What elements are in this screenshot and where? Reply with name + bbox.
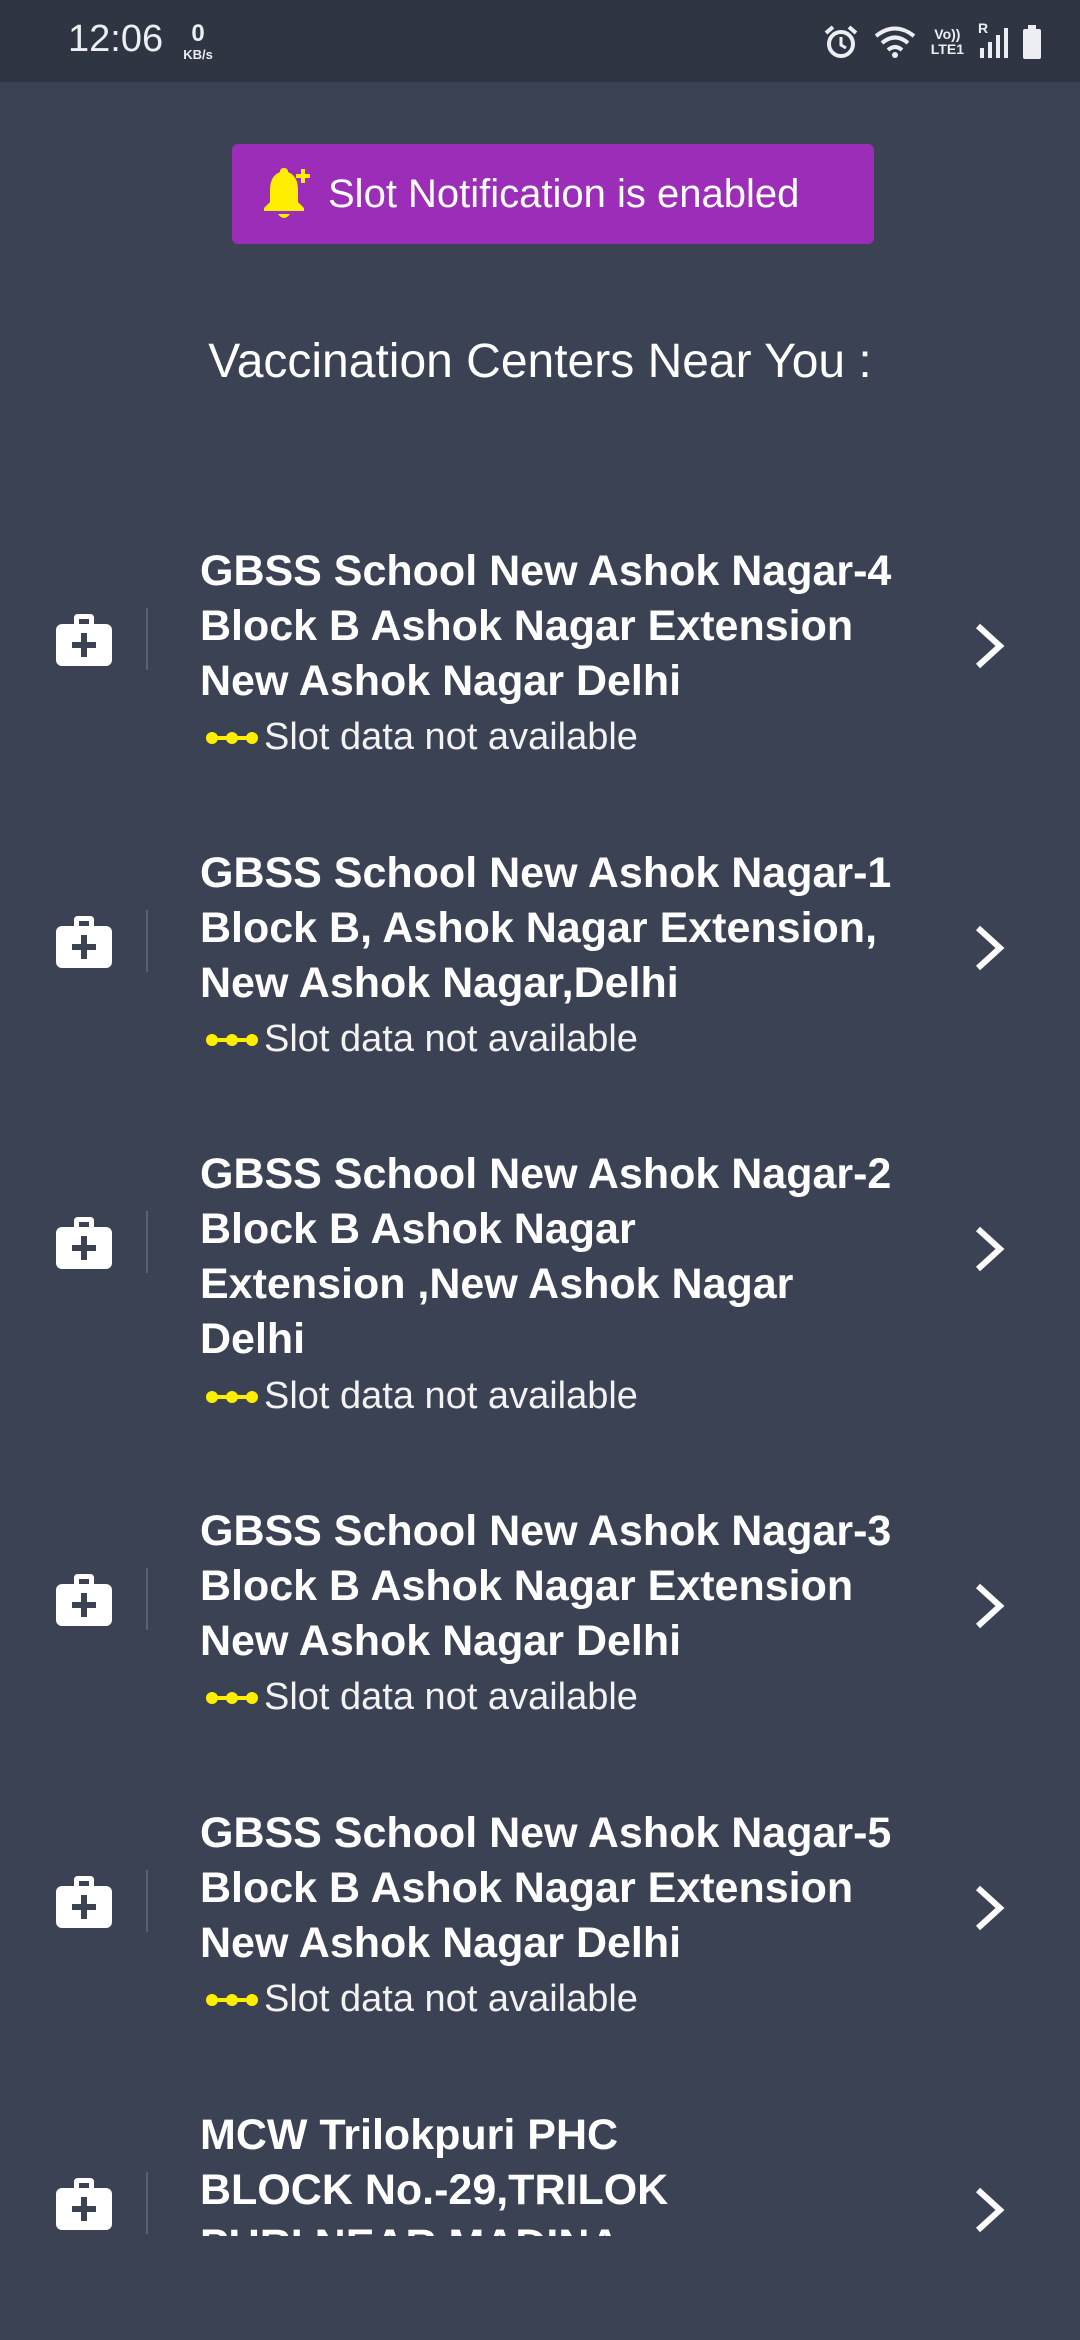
center-list-item[interactable]: GBSS School New Ashok Nagar-2 Block B As…	[0, 1147, 1080, 1432]
medical-kit-icon	[56, 2178, 112, 2230]
center-name-line: New Ashok Nagar Delhi	[200, 1617, 682, 1665]
medical-kit-icon	[56, 1876, 112, 1928]
center-name-line: Delhi	[200, 1315, 306, 1363]
center-name: GBSS School New Ashok Nagar-1 Block B, A…	[200, 846, 920, 1011]
center-name-line: New Ashok Nagar Delhi	[200, 1919, 682, 1967]
list-clip-edge	[0, 2236, 1080, 2240]
center-list-item[interactable]: GBSS School New Ashok Nagar-1 Block B, A…	[0, 846, 1080, 1076]
center-name-line: New Ashok Nagar Delhi	[200, 657, 682, 705]
slot-notification-button[interactable]: Slot Notification is enabled	[232, 144, 874, 244]
center-name-line: Block B Ashok Nagar	[200, 1205, 636, 1253]
slot-status: Slot data not available	[204, 1676, 638, 1719]
center-name: GBSS School New Ashok Nagar-3 Block B As…	[200, 1504, 920, 1669]
network-speed: 0 KB/s	[176, 20, 220, 62]
center-name-line: Block B Ashok Nagar Extension	[200, 1864, 854, 1912]
slot-status: Slot data not available	[204, 716, 638, 759]
center-name-line: GBSS School New Ashok Nagar-2	[200, 1150, 892, 1198]
status-icons: Vo)) LTE1 R	[823, 20, 1042, 64]
item-divider	[146, 608, 148, 670]
slot-status-text: Slot data not available	[264, 1018, 638, 1060]
dots-icon	[206, 1033, 258, 1046]
section-title: Vaccination Centers Near You :	[208, 335, 872, 388]
slot-status-text: Slot data not available	[264, 1978, 638, 2020]
center-list-item[interactable]: GBSS School New Ashok Nagar-3 Block B As…	[0, 1504, 1080, 1734]
slot-notification-label: Slot Notification is enabled	[328, 171, 800, 216]
medical-kit-icon	[56, 1217, 112, 1269]
slot-status: Slot data not available	[204, 1978, 638, 2021]
item-divider	[146, 910, 148, 972]
center-name-line: GBSS School New Ashok Nagar-4	[200, 547, 892, 595]
center-list-item[interactable]: GBSS School New Ashok Nagar-5 Block B As…	[0, 1806, 1080, 2036]
item-divider	[146, 2172, 148, 2234]
dots-icon	[206, 1691, 258, 1704]
item-divider	[146, 1211, 148, 1273]
alarm-icon	[824, 25, 858, 58]
chevron-right-icon[interactable]	[972, 1225, 1006, 1273]
center-name-line: GBSS School New Ashok Nagar-3	[200, 1507, 892, 1555]
bell-plus-icon	[264, 168, 310, 218]
center-name-line: Block B Ashok Nagar Extension	[200, 602, 854, 650]
dots-icon	[206, 1993, 258, 2006]
chevron-right-icon[interactable]	[972, 1884, 1006, 1932]
slot-status-text: Slot data not available	[264, 1676, 638, 1718]
center-name: GBSS School New Ashok Nagar-5 Block B As…	[200, 1806, 920, 1971]
center-name-line: Block B, Ashok Nagar Extension,	[200, 904, 878, 952]
status-bar: 12:06 0 KB/s Vo)) LTE1 R	[0, 0, 1080, 82]
medical-kit-icon	[56, 1574, 112, 1626]
center-name-line: New Ashok Nagar,Delhi	[200, 959, 679, 1007]
slot-status-text: Slot data not available	[264, 1375, 638, 1417]
centers-list[interactable]: GBSS School New Ashok Nagar-4 Block B As…	[0, 510, 1080, 2240]
center-name-line: Block B Ashok Nagar Extension	[200, 1562, 854, 1610]
center-name-line: BLOCK No.-29,TRILOK	[200, 2166, 669, 2214]
network-speed-value: 0	[191, 20, 205, 47]
network-label-bottom: LTE1	[930, 41, 964, 57]
item-divider	[146, 1870, 148, 1932]
center-list-item[interactable]: MCW Trilokpuri PHC BLOCK No.-29,TRILOK P…	[0, 2108, 1080, 2240]
battery-icon	[1023, 25, 1041, 59]
center-name-line: Extension ,New Ashok Nagar	[200, 1260, 794, 1308]
network-speed-unit: KB/s	[183, 47, 213, 62]
dots-icon	[206, 1390, 258, 1403]
slot-status: Slot data not available	[204, 1375, 638, 1418]
medical-kit-icon	[56, 614, 112, 666]
center-name-line: GBSS School New Ashok Nagar-5	[200, 1809, 892, 1857]
item-divider	[146, 1568, 148, 1630]
network-type: Vo)) LTE1	[931, 27, 964, 57]
medical-kit-icon	[56, 916, 112, 968]
network-label-top: Vo))	[934, 26, 961, 42]
chevron-right-icon[interactable]	[972, 622, 1006, 670]
slot-status-text: Slot data not available	[264, 716, 638, 758]
wifi-icon	[874, 26, 916, 58]
status-time: 12:06	[68, 18, 164, 60]
chevron-right-icon[interactable]	[972, 924, 1006, 972]
center-name-line: MCW Trilokpuri PHC	[200, 2111, 619, 2159]
slot-status: Slot data not available	[204, 1018, 638, 1061]
center-name: GBSS School New Ashok Nagar-2 Block B As…	[200, 1147, 920, 1367]
center-name-line: GBSS School New Ashok Nagar-1	[200, 849, 892, 897]
dots-icon	[206, 731, 258, 744]
signal-icon: R	[978, 20, 1008, 60]
center-list-item[interactable]: GBSS School New Ashok Nagar-4 Block B As…	[0, 544, 1080, 774]
chevron-right-icon[interactable]	[972, 2186, 1006, 2234]
center-name: GBSS School New Ashok Nagar-4 Block B As…	[200, 544, 920, 709]
chevron-right-icon[interactable]	[972, 1582, 1006, 1630]
center-name: MCW Trilokpuri PHC BLOCK No.-29,TRILOK P…	[200, 2108, 920, 2240]
